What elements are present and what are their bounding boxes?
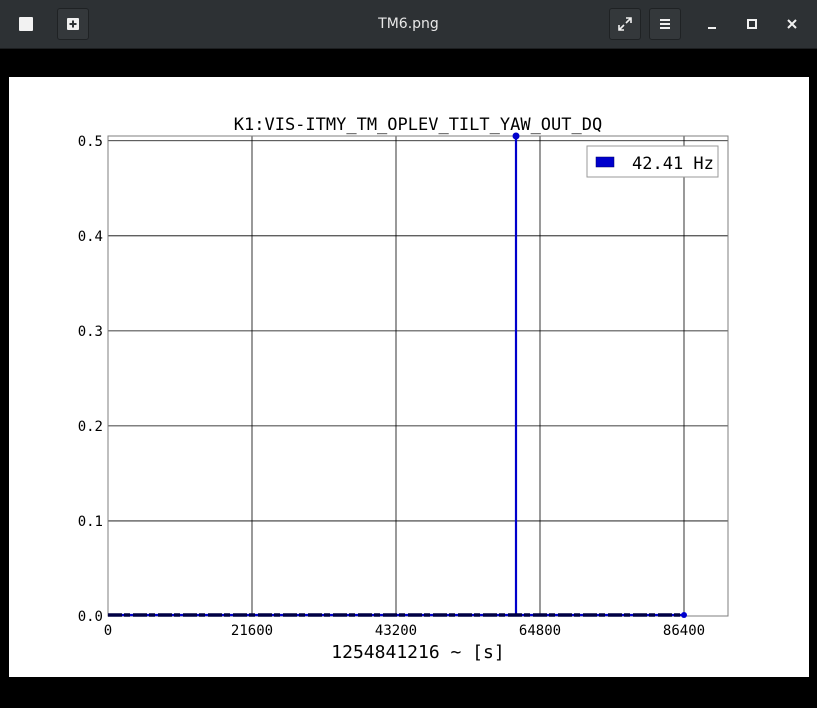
y-tick-label: 0.2: [78, 419, 103, 435]
maximize-icon[interactable]: [736, 8, 768, 40]
series-end-marker: [681, 612, 687, 619]
chart-title: K1:VIS-ITMY_TM_OPLEV_TILT_YAW_OUT_DQ: [234, 115, 602, 135]
image-canvas: 0 21600 43200 64800 86400 0.0 0.1 0.2 0.3 0.4 0.5…: [9, 77, 809, 677]
y-tick-label: 0.5: [78, 134, 103, 150]
window-title: TM6.png: [378, 16, 439, 32]
plot-frame: [107, 135, 729, 617]
x-ticks: 0 21600 43200 64800 86400: [104, 623, 705, 639]
menu-icon[interactable]: [649, 8, 681, 40]
title-bar: TM6.png: [0, 0, 817, 49]
x-tick-label: 21600: [231, 623, 273, 639]
grid: [107, 136, 728, 617]
close-icon[interactable]: [776, 8, 808, 40]
y-tick-label: 0.0: [78, 609, 103, 625]
x-tick-label: 86400: [663, 623, 705, 639]
image-viewer-window: TM6.png 0 21600 43200 64800 86400 0.0 0.…: [0, 0, 817, 708]
legend-label: 42.41 Hz: [632, 154, 714, 174]
x-tick-label: 43200: [375, 623, 417, 639]
y-tick-label: 0.3: [78, 324, 103, 340]
y-tick-label: 0.1: [78, 514, 103, 530]
chart-svg: 0 21600 43200 64800 86400 0.0 0.1 0.2 0.3 0.4 0.5…: [78, 115, 729, 663]
y-ticks: 0.0 0.1 0.2 0.3 0.4 0.5: [78, 134, 103, 625]
minimize-icon[interactable]: [696, 8, 728, 40]
fullscreen-icon[interactable]: [609, 8, 641, 40]
x-tick-label: 64800: [519, 623, 561, 639]
y-tick-label: 0.4: [78, 229, 103, 245]
series-layer: [108, 132, 687, 619]
legend: 42.41 Hz: [586, 145, 719, 178]
x-tick-label: 0: [104, 623, 112, 639]
x-axis-label: 1254841216 ~ [s]: [331, 642, 504, 663]
legend-swatch: [595, 156, 615, 168]
